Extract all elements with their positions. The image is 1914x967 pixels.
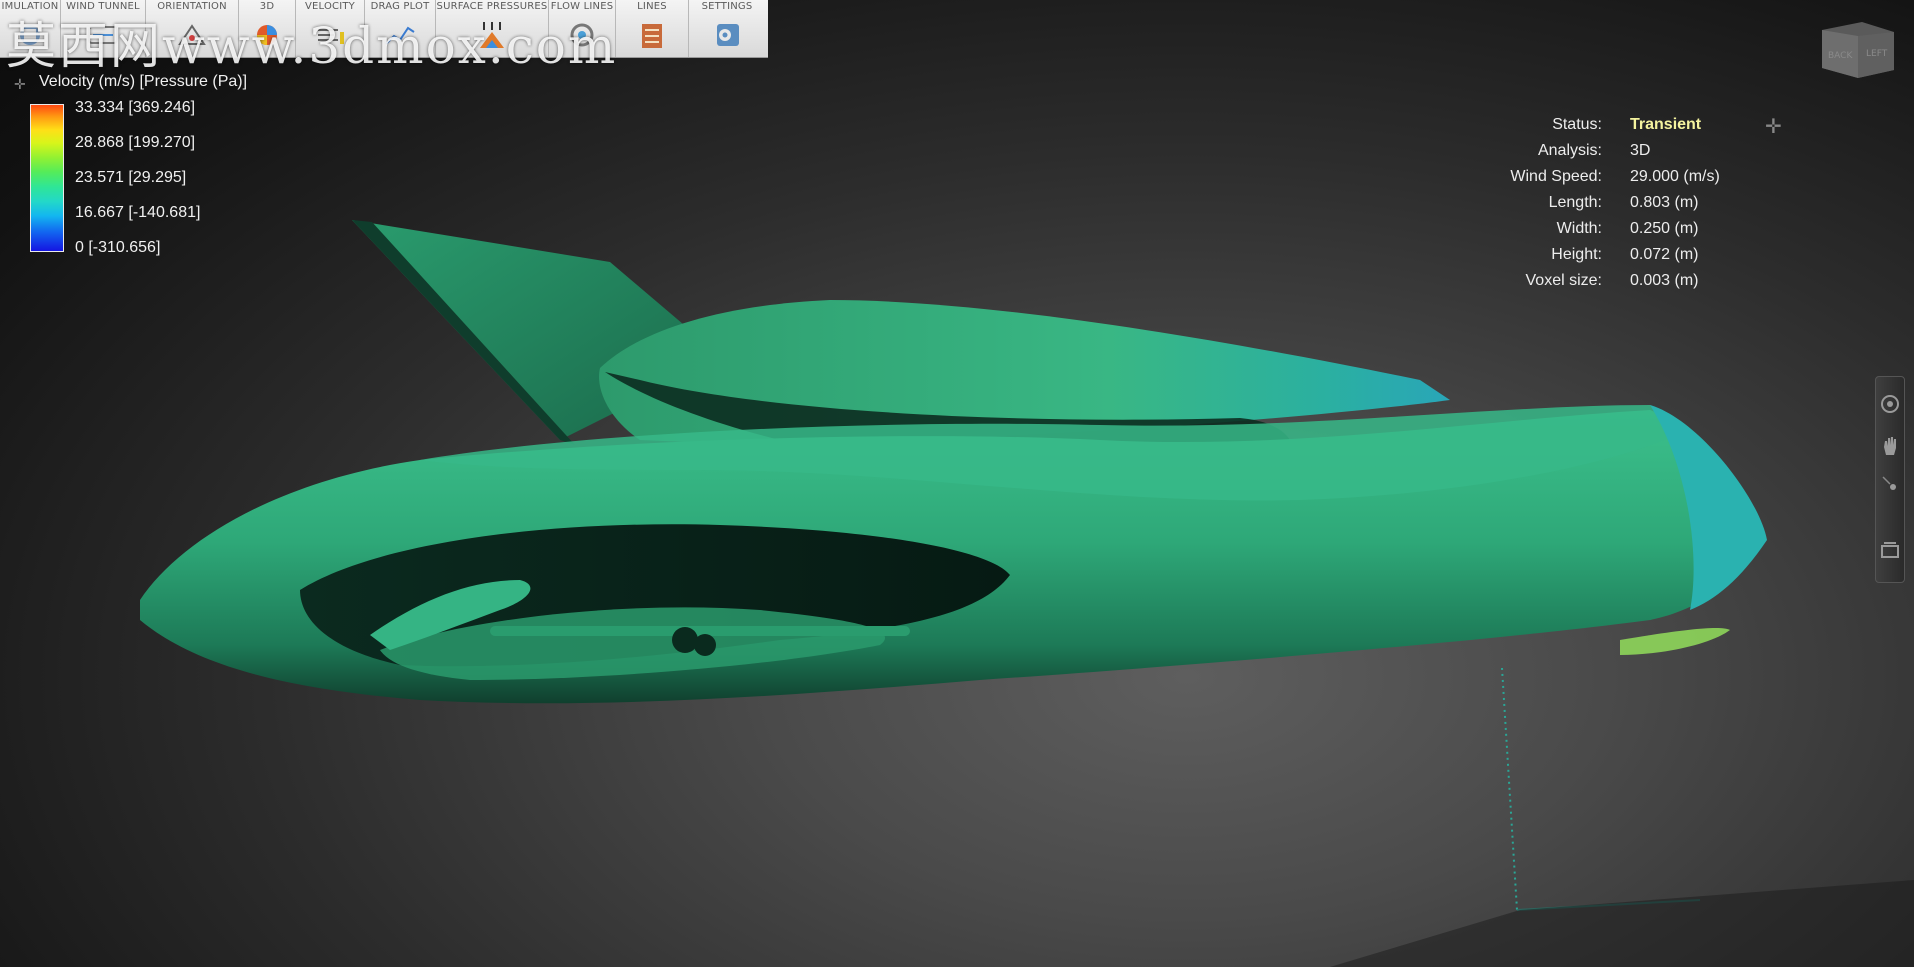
toolbar-orientation-label: ORIENTATION	[157, 1, 227, 12]
toolbar-velocity-label: VELOCITY	[305, 1, 355, 12]
aircraft-model-render[interactable]	[0, 0, 1914, 967]
simulation-icon	[20, 25, 40, 45]
toolbar-surface-pressures-label: SURFACE PRESSURES	[436, 1, 548, 12]
info-voxel-size-value: 0.003 (m)	[1630, 272, 1699, 289]
info-voxel-size-label: Voxel size:	[1525, 272, 1602, 289]
legend-move-icon[interactable]: ✛	[14, 76, 26, 93]
toolbar-drag-plot-label: DRAG PLOT	[370, 1, 430, 12]
toolbar-flow-lines[interactable]: FLOW LINES	[549, 0, 616, 57]
film-camera-icon[interactable]	[1879, 539, 1901, 561]
info-wind-speed-label: Wind Speed:	[1510, 168, 1602, 185]
toolbar-wind-tunnel[interactable]: WIND TUNNEL	[61, 0, 146, 57]
info-status-value: Transient	[1630, 116, 1702, 133]
toolbar-orientation[interactable]: ORIENTATION	[146, 0, 239, 57]
view-cube[interactable]: BACK LEFT	[1818, 18, 1896, 80]
view-cube-back-label: BACK	[1828, 51, 1853, 61]
info-status-label: Status:	[1552, 116, 1602, 133]
toolbar-simulation-label: IMULATION	[1, 1, 59, 12]
view-cube-left-label: LEFT	[1866, 49, 1888, 59]
toolbar-settings-label: SETTINGS	[701, 1, 753, 12]
settings-icon	[717, 24, 739, 46]
wind-tunnel-icon	[88, 26, 118, 44]
flow-lines-icon	[570, 23, 594, 47]
info-width-label: Width:	[1556, 220, 1602, 237]
legend-color-scale	[30, 104, 64, 252]
info-analysis-label: Analysis:	[1537, 142, 1602, 159]
toolbar-3d[interactable]: 3D	[239, 0, 296, 57]
info-length-value: 0.803 (m)	[1630, 194, 1699, 211]
toolbar-surface-pressures[interactable]: SURFACE PRESSURES	[436, 0, 549, 57]
zoom-slider-icon[interactable]	[1879, 473, 1901, 495]
legend-tick-max: 33.334 [369.246]	[75, 99, 196, 116]
pan-hand-icon[interactable]	[1879, 435, 1901, 457]
toolbar-lines-label: LINES	[637, 1, 667, 12]
info-length-label: Length:	[1548, 194, 1602, 211]
info-height-label: Height:	[1551, 246, 1602, 263]
toolbar-velocity[interactable]: VELOCITY	[296, 0, 365, 57]
info-height-value: 0.072 (m)	[1630, 246, 1699, 263]
toolbar-settings[interactable]: SETTINGS	[689, 0, 765, 57]
3d-icon	[257, 25, 277, 45]
info-move-icon[interactable]: ✛	[1765, 114, 1782, 139]
toolbar-drag-plot[interactable]: DRAG PLOT	[365, 0, 436, 57]
toolbar-wind-tunnel-label: WIND TUNNEL	[66, 1, 140, 12]
legend-tick-4: 16.667 [-140.681]	[75, 204, 201, 221]
toolbar-lines[interactable]: LINES	[616, 0, 689, 57]
legend-tick-3: 23.571 [29.295]	[75, 169, 187, 186]
legend-title: Velocity (m/s) [Pressure (Pa)]	[39, 73, 248, 90]
drag-plot-icon	[385, 26, 415, 45]
surface-pressures-icon	[480, 22, 504, 48]
navigation-bar	[1875, 376, 1905, 583]
legend-tick-min: 0 [-310.656]	[75, 239, 161, 256]
info-analysis-value: 3D	[1630, 142, 1651, 159]
toolbar-3d-label: 3D	[259, 1, 275, 12]
toolbar-flow-lines-label: FLOW LINES	[550, 1, 614, 12]
ribbon-toolbar: IMULATION WIND TUNNEL ORIENTATION 3D VEL…	[0, 0, 768, 58]
legend-tick-2: 28.868 [199.270]	[75, 134, 196, 151]
info-width-value: 0.250 (m)	[1630, 220, 1699, 237]
orbit-icon[interactable]	[1879, 393, 1901, 415]
lines-icon	[642, 24, 662, 48]
orientation-icon	[178, 24, 206, 45]
velocity-icon	[318, 29, 344, 44]
toolbar-simulation[interactable]: IMULATION	[0, 0, 61, 57]
info-wind-speed-value: 29.000 (m/s)	[1630, 168, 1720, 185]
